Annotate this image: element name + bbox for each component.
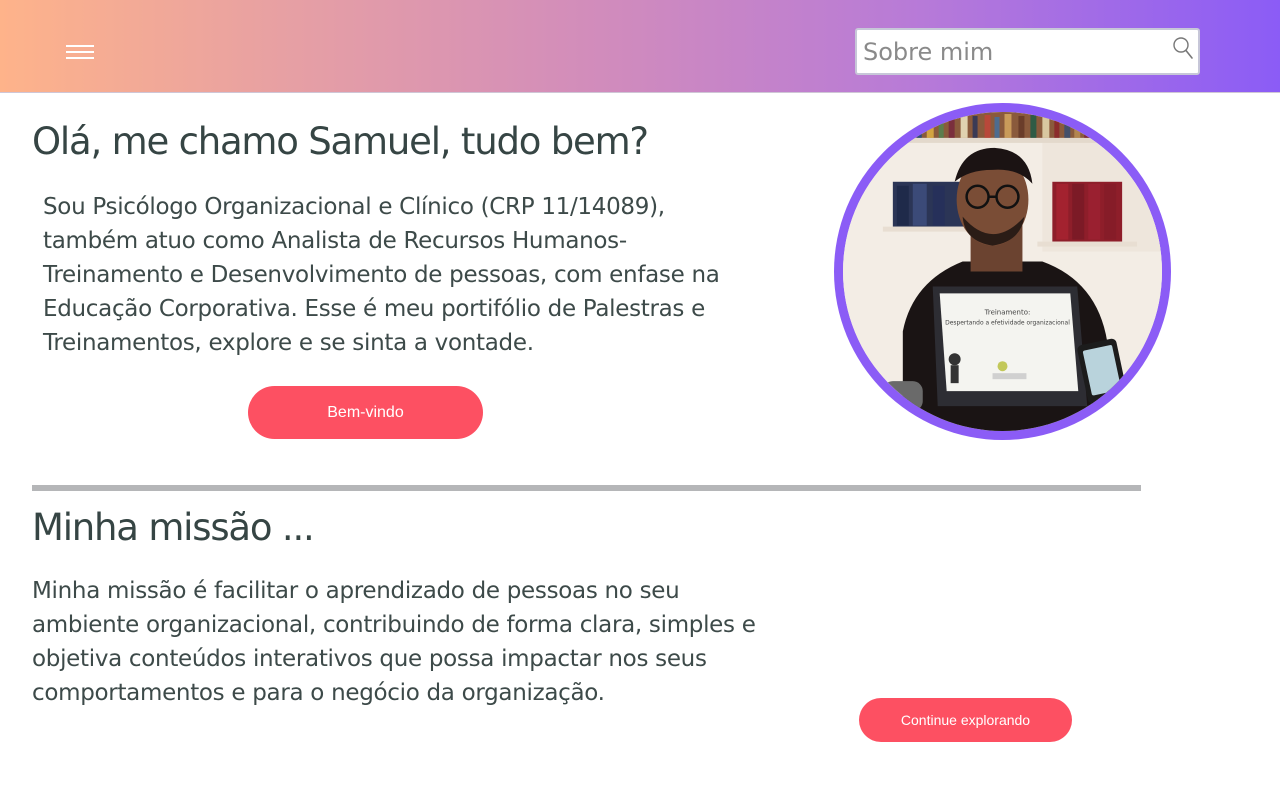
search-box <box>855 28 1200 75</box>
section-divider <box>32 485 1141 491</box>
profile-photo: Treinamento: Despertando a efetividade o… <box>843 112 1162 431</box>
menu-line <box>66 57 94 59</box>
hero-title: Olá, me chamo Samuel, tudo bem? <box>32 120 649 163</box>
hero-intro-text: Sou Psicólogo Organizacional e Clínico (… <box>43 194 720 356</box>
profile-avatar: Treinamento: Despertando a efetividade o… <box>834 103 1171 440</box>
mission-text: Minha missão é facilitar o aprendizado d… <box>32 578 756 706</box>
menu-line <box>66 51 94 53</box>
hamburger-menu-icon[interactable] <box>60 38 100 68</box>
laptop-screen-subtitle: Despertando a efetividade organizacional <box>945 319 1070 326</box>
top-navigation-bar <box>0 0 1280 93</box>
menu-line <box>66 45 94 47</box>
continue-exploring-button[interactable]: Continue explorando <box>859 698 1072 742</box>
welcome-button[interactable]: Bem-vindo <box>248 386 483 439</box>
search-input[interactable] <box>863 34 1163 70</box>
search-icon[interactable] <box>1172 36 1194 62</box>
profile-photo-illustration: Treinamento: Despertando a efetividade o… <box>843 112 1162 431</box>
laptop-screen-title: Treinamento: <box>984 308 1031 316</box>
mission-title: Minha missão ... <box>32 506 315 549</box>
